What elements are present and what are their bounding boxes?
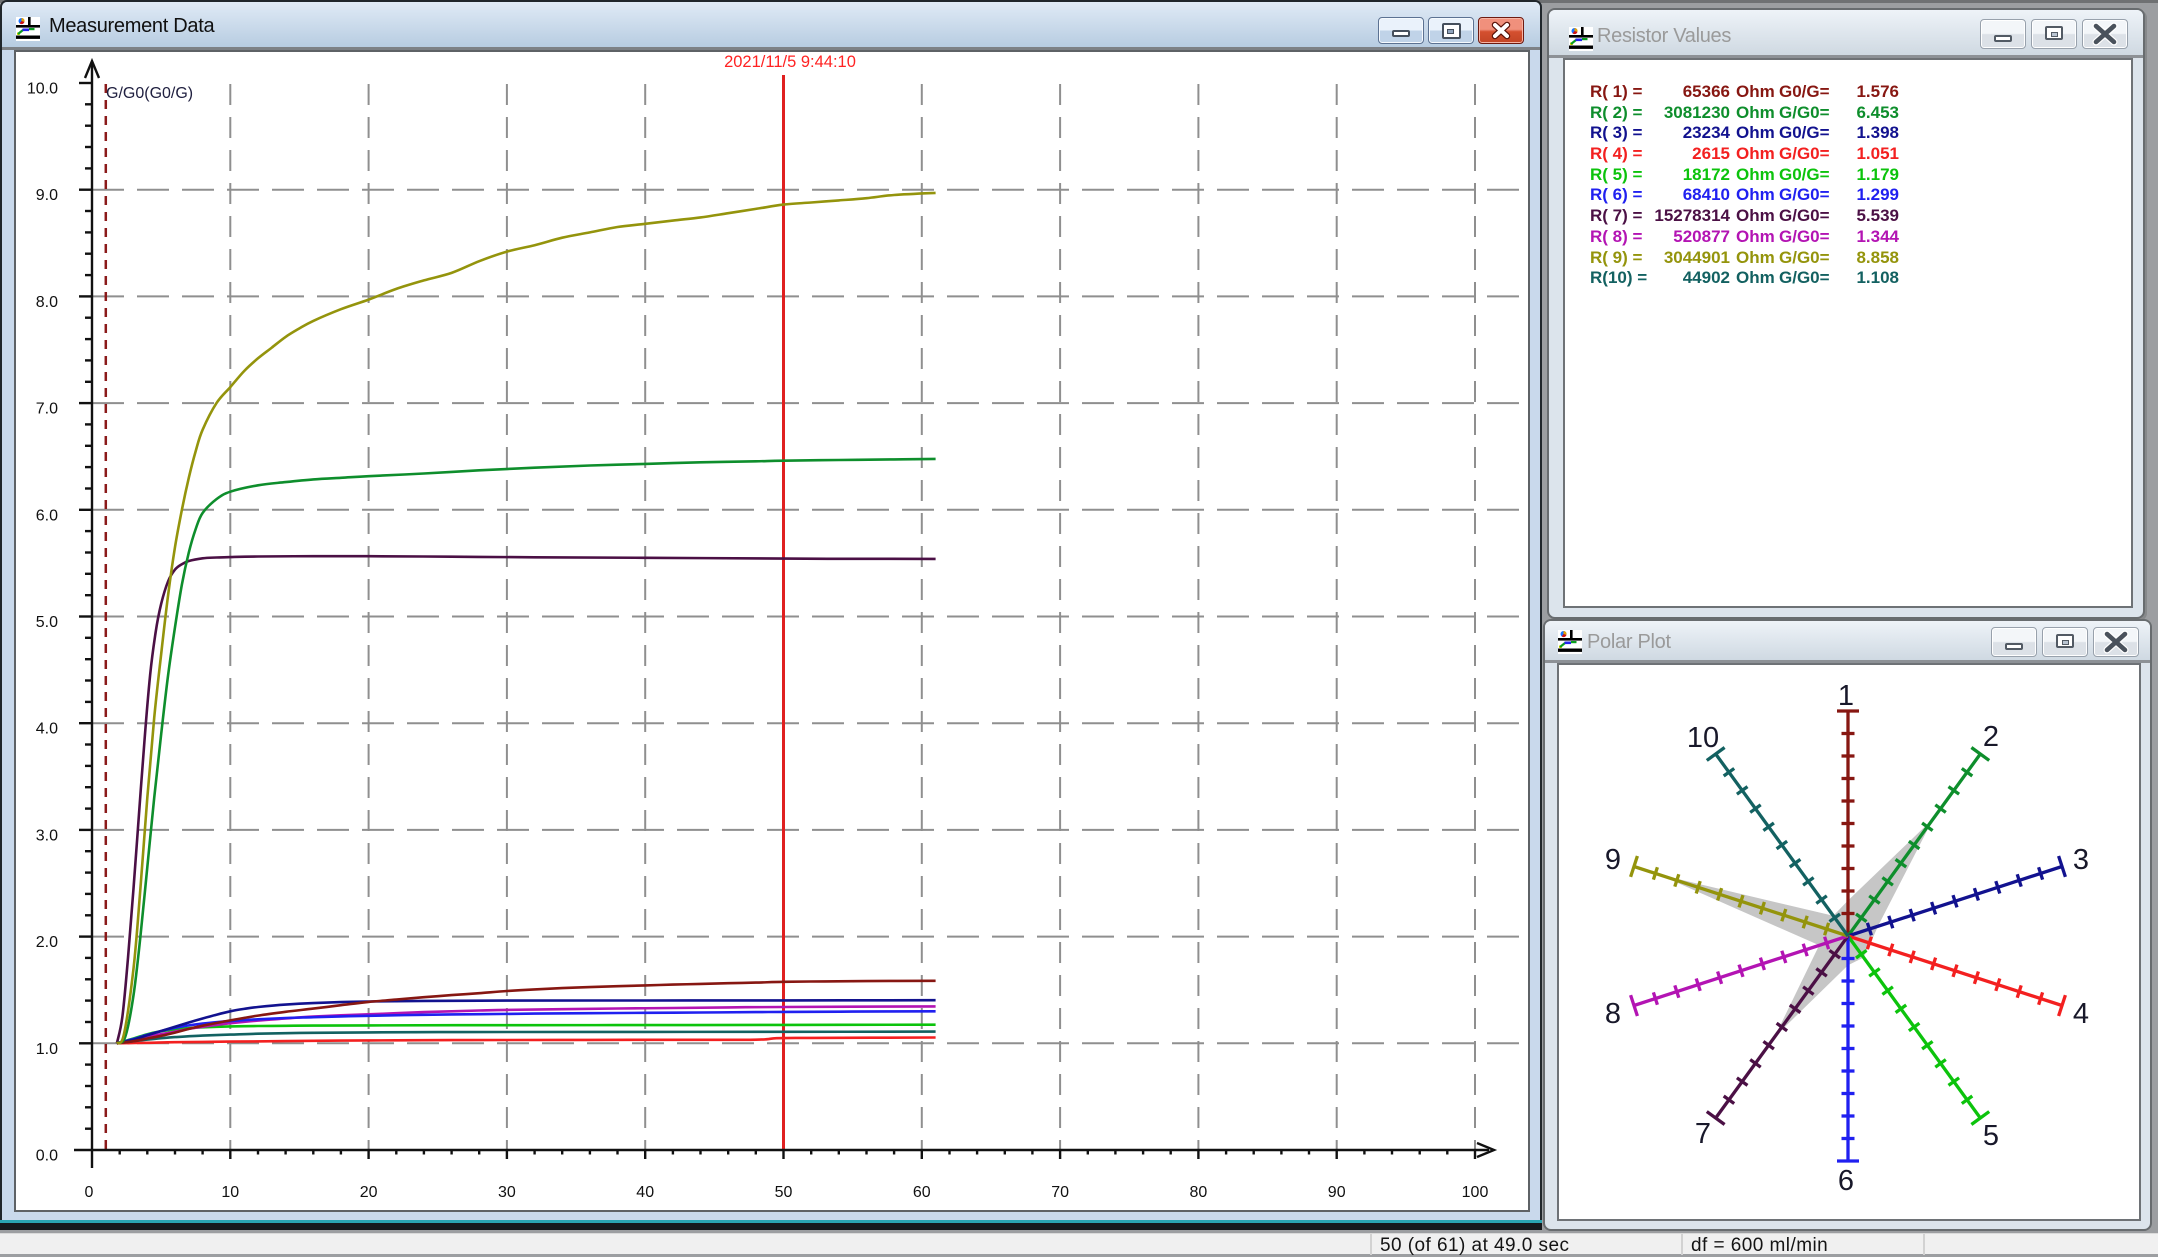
svg-text:5: 5	[1983, 1120, 1999, 1152]
svg-text:5.0: 5.0	[36, 614, 58, 631]
svg-text:10: 10	[1687, 722, 1719, 754]
svg-text:4.0: 4.0	[36, 721, 58, 738]
svg-text:50: 50	[775, 1184, 793, 1201]
svg-text:G/G0(G0/G): G/G0(G0/G)	[106, 85, 193, 102]
svg-text:0: 0	[85, 1184, 94, 1201]
svg-text:3.0: 3.0	[36, 827, 58, 844]
svg-text:8.0: 8.0	[36, 294, 58, 311]
svg-text:100: 100	[1462, 1184, 1489, 1201]
svg-text:10: 10	[221, 1184, 239, 1201]
svg-text:6.0: 6.0	[36, 507, 58, 524]
svg-text:1: 1	[1838, 680, 1854, 712]
svg-text:3: 3	[2073, 844, 2089, 876]
svg-text:10.0: 10.0	[27, 81, 58, 98]
svg-text:9: 9	[1605, 844, 1621, 876]
svg-text:9.0: 9.0	[36, 187, 58, 204]
svg-text:6: 6	[1838, 1165, 1854, 1197]
svg-text:40: 40	[636, 1184, 654, 1201]
svg-text:70: 70	[1051, 1184, 1069, 1201]
svg-text:0.0: 0.0	[36, 1148, 58, 1165]
svg-text:7: 7	[1695, 1118, 1711, 1150]
svg-text:90: 90	[1328, 1184, 1346, 1201]
svg-text:2.0: 2.0	[36, 934, 58, 951]
svg-text:80: 80	[1190, 1184, 1208, 1201]
svg-text:2021/11/5 9:44:10: 2021/11/5 9:44:10	[724, 53, 856, 71]
svg-text:4: 4	[2073, 998, 2089, 1030]
svg-text:1.0: 1.0	[36, 1041, 58, 1058]
svg-text:30: 30	[498, 1184, 516, 1201]
svg-text:7.0: 7.0	[36, 401, 58, 418]
svg-text:2: 2	[1983, 721, 1999, 753]
svg-text:8: 8	[1605, 998, 1621, 1030]
svg-text:60: 60	[913, 1184, 931, 1201]
svg-text:20: 20	[360, 1184, 378, 1201]
